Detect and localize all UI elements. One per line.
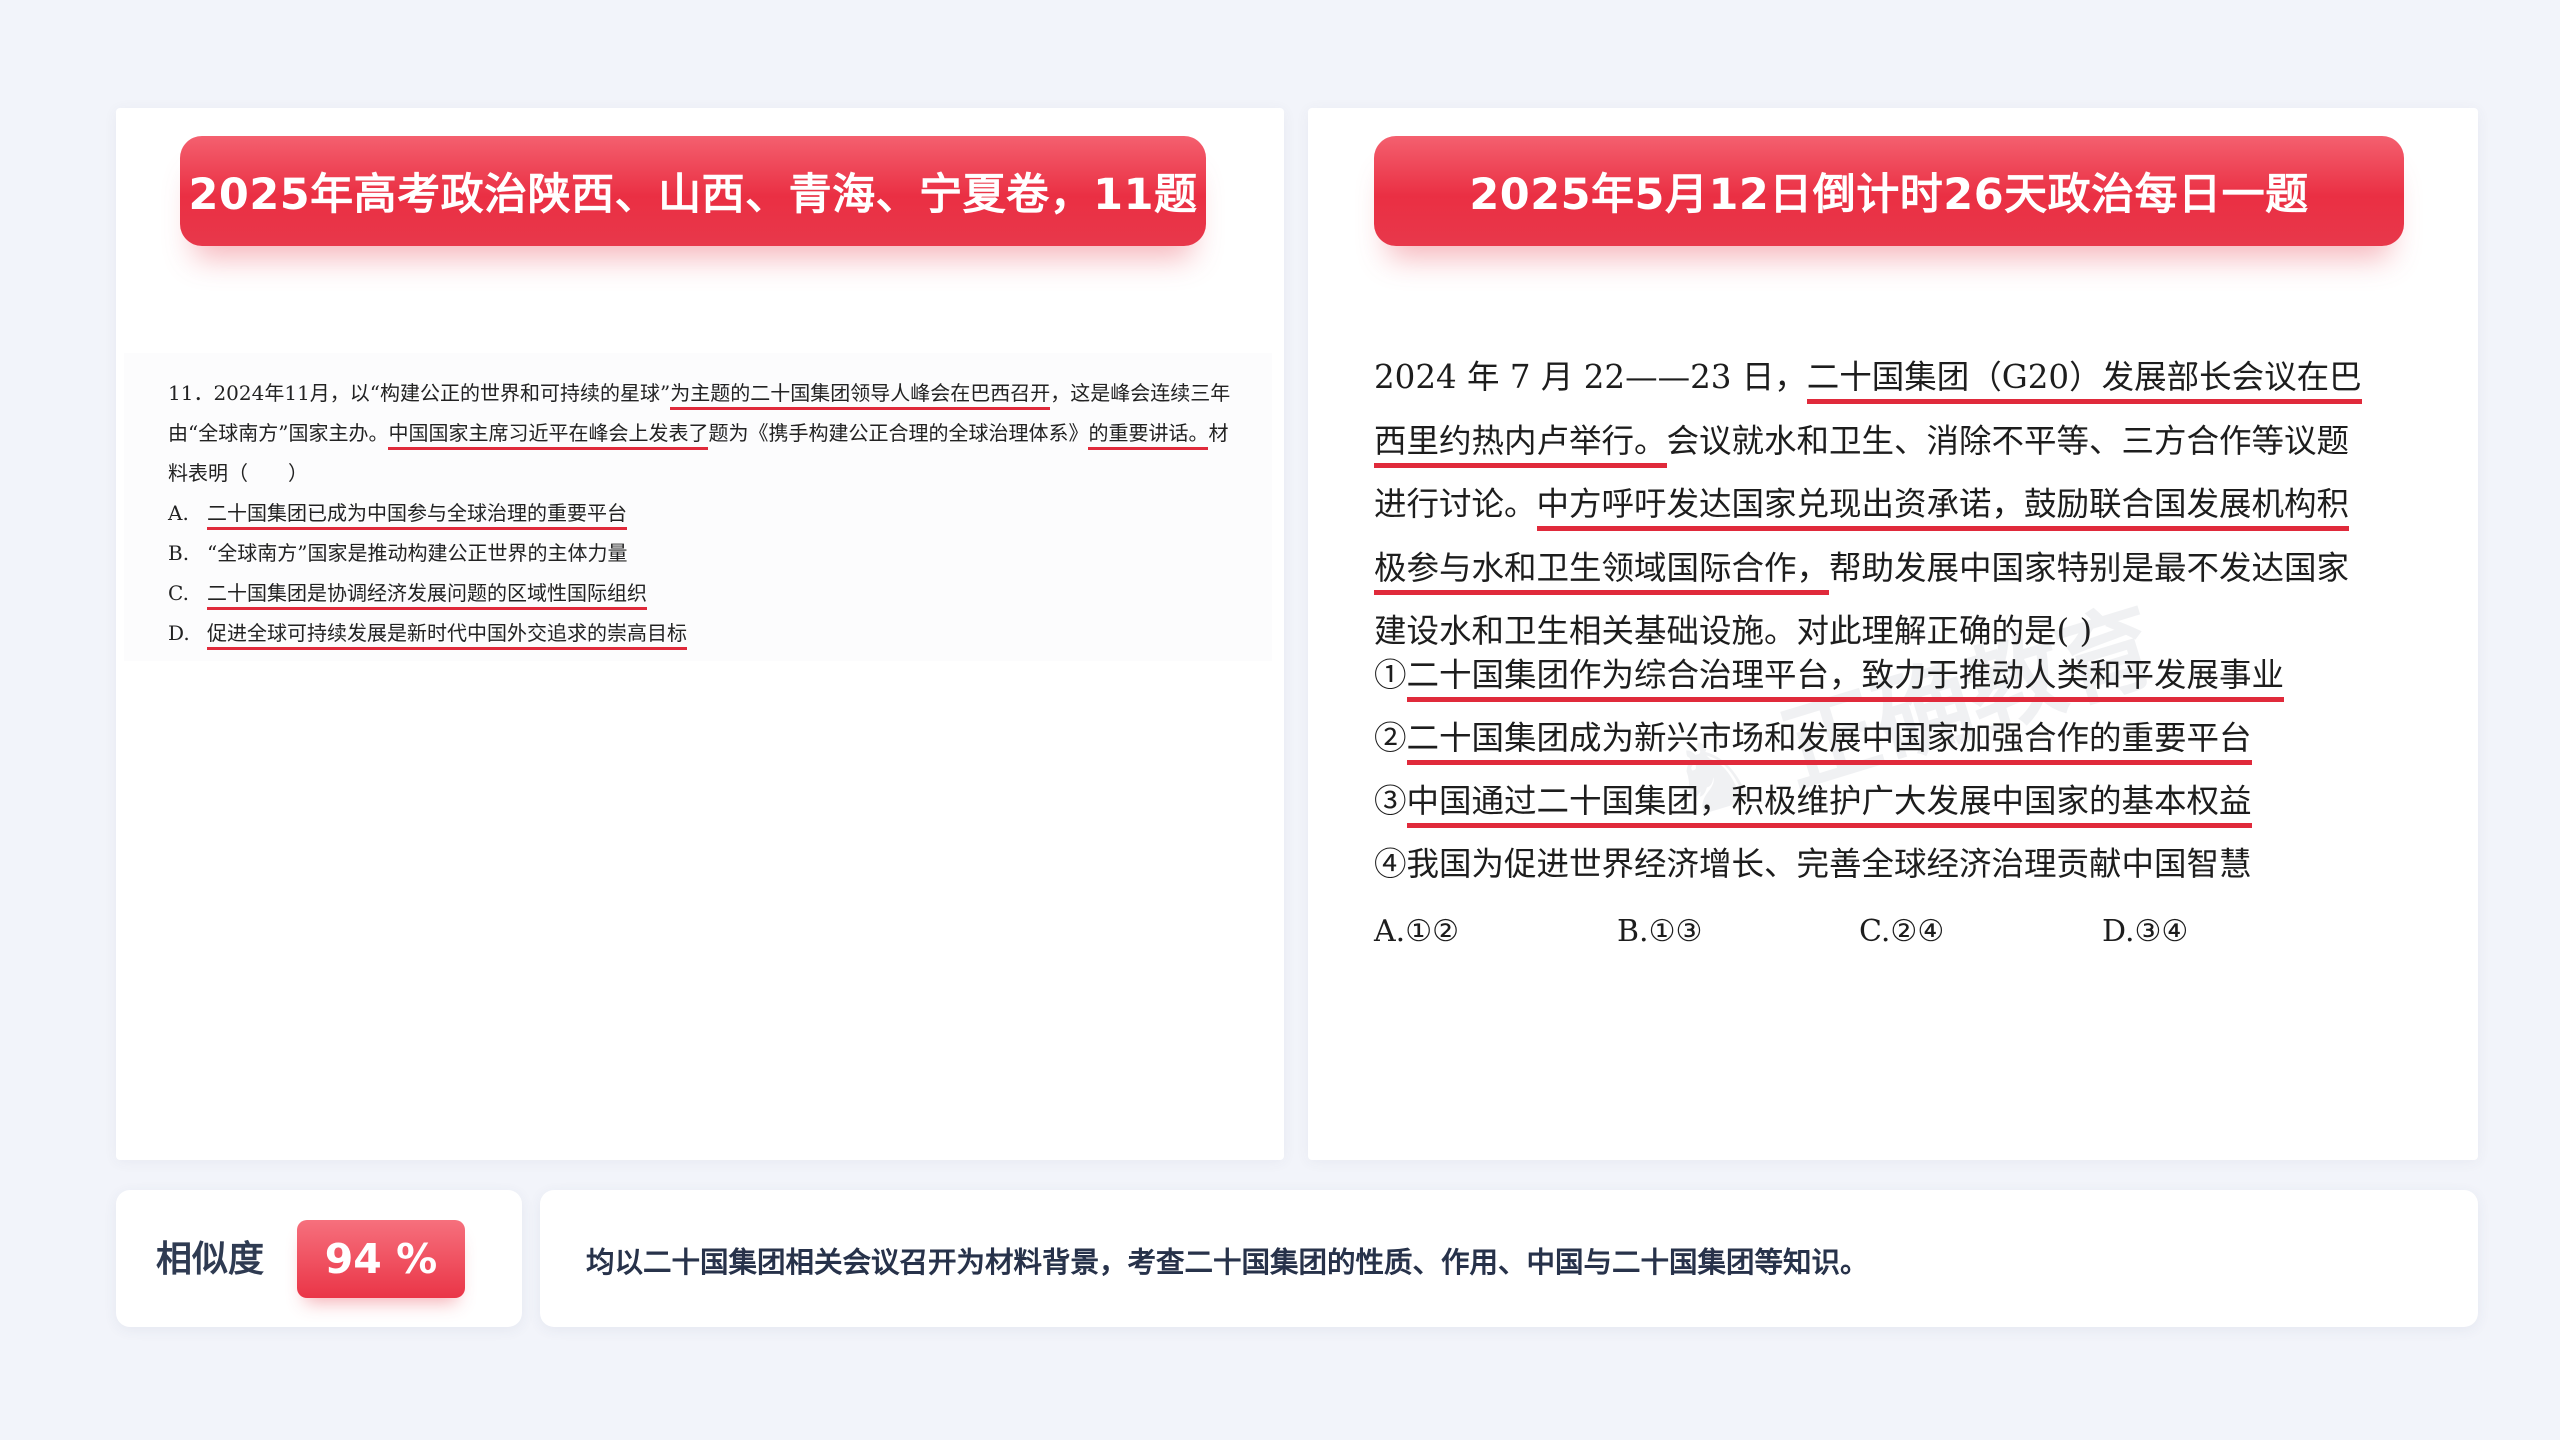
statement-text: 我国为促进世界经济增长、完善全球经济治理贡献中国智慧 [1406, 845, 2252, 883]
statement-text: 二十国集团作为综合治理平台，致力于推动人类和平发展事业 [1406, 656, 2285, 702]
left-question-underlined: 为主题的二十国集团领导人峰会在巴西召开 [670, 381, 1051, 410]
left-question-panel: 2025年高考政治陕西、山西、青海、宁夏卷，11题 11．2024年11月，以“… [116, 108, 1284, 1160]
left-option-a: A. 二十国集团已成为中国参与全球治理的重要平台 [168, 493, 627, 533]
left-option-b: B. “全球南方”国家是推动构建公正世界的主体力量 [168, 533, 627, 573]
statement-4: ④我国为促进世界经济增长、完善全球经济治理贡献中国智慧 [1374, 833, 2252, 897]
left-question-part: 题为《携手构建公正合理的全球治理体系》 [708, 421, 1089, 445]
summary-text: 均以二十国集团相关会议召开为材料背景，考查二十国集团的性质、作用、中国与二十国集… [586, 1246, 1869, 1279]
statement-number: ③ [1374, 782, 1407, 820]
statement-1: ①二十国集团作为综合治理平台，致力于推动人类和平发展事业 [1374, 644, 2285, 708]
right-question-part: 2024 年 7 月 22——23 日， [1374, 358, 1807, 396]
left-question-part: 11．2024年11月，以“构建公正的世界和可持续的星球” [168, 381, 671, 405]
choice-d: D.③④ [2102, 914, 2189, 949]
left-question-underlined: 的重要讲话。 [1088, 421, 1209, 450]
right-question: ♞ 正确教育 2024 年 7 月 22——23 日，二十国集团（G20）发展部… [1328, 326, 2458, 1046]
right-title-banner: 2025年5月12日倒计时26天政治每日一题 [1374, 136, 2404, 246]
statement-text: 中国通过二十国集团，积极维护广大发展中国家的基本权益 [1406, 782, 2252, 828]
option-text: “全球南方”国家是推动构建公正世界的主体力量 [207, 541, 628, 565]
right-question-text: 2024 年 7 月 22——23 日，二十国集团（G20）发展部长会议在巴西里… [1374, 346, 2374, 664]
option-label: D. [168, 621, 190, 645]
left-question-underlined: 中国国家主席习近平在峰会上发表了 [388, 421, 709, 450]
similarity-label: 相似度 [156, 1239, 265, 1280]
choice-b: B.①③ [1617, 914, 1703, 949]
statement-number: ④ [1374, 845, 1407, 883]
choice-c: C.②④ [1859, 914, 1945, 949]
option-label: A. [168, 501, 189, 525]
option-text: 促进全球可持续发展是新时代中国外交追求的崇高目标 [207, 621, 687, 650]
left-option-c: C. 二十国集团是协调经济发展问题的区域性国际组织 [168, 573, 647, 613]
option-text: 二十国集团已成为中国参与全球治理的重要平台 [207, 501, 627, 530]
statement-number: ② [1374, 719, 1407, 757]
option-label: C. [168, 581, 189, 605]
statement-2: ②二十国集团成为新兴市场和发展中国家加强合作的重要平台 [1374, 707, 2252, 771]
option-text: 二十国集团是协调经济发展问题的区域性国际组织 [207, 581, 647, 610]
statement-number: ① [1374, 656, 1407, 694]
right-question-panel: 2025年5月12日倒计时26天政治每日一题 ♞ 正确教育 2024 年 7 月… [1308, 108, 2478, 1160]
similarity-badge: 94 % [297, 1220, 465, 1298]
left-question-text: 11．2024年11月，以“构建公正的世界和可持续的星球”为主题的二十国集团领导… [168, 373, 1248, 493]
similarity-card: 相似度 94 % [116, 1190, 522, 1327]
left-option-d: D. 促进全球可持续发展是新时代中国外交追求的崇高目标 [168, 613, 687, 653]
left-title-banner: 2025年高考政治陕西、山西、青海、宁夏卷，11题 [180, 136, 1206, 246]
statement-3: ③中国通过二十国集团，积极维护广大发展中国家的基本权益 [1374, 770, 2252, 834]
option-label: B. [168, 541, 190, 565]
left-question: 11．2024年11月，以“构建公正的世界和可持续的星球”为主题的二十国集团领导… [124, 353, 1272, 661]
choice-a: A.①② [1374, 914, 1459, 949]
summary-card: 均以二十国集团相关会议召开为材料背景，考查二十国集团的性质、作用、中国与二十国集… [540, 1190, 2478, 1327]
statement-text: 二十国集团成为新兴市场和发展中国家加强合作的重要平台 [1406, 719, 2252, 765]
